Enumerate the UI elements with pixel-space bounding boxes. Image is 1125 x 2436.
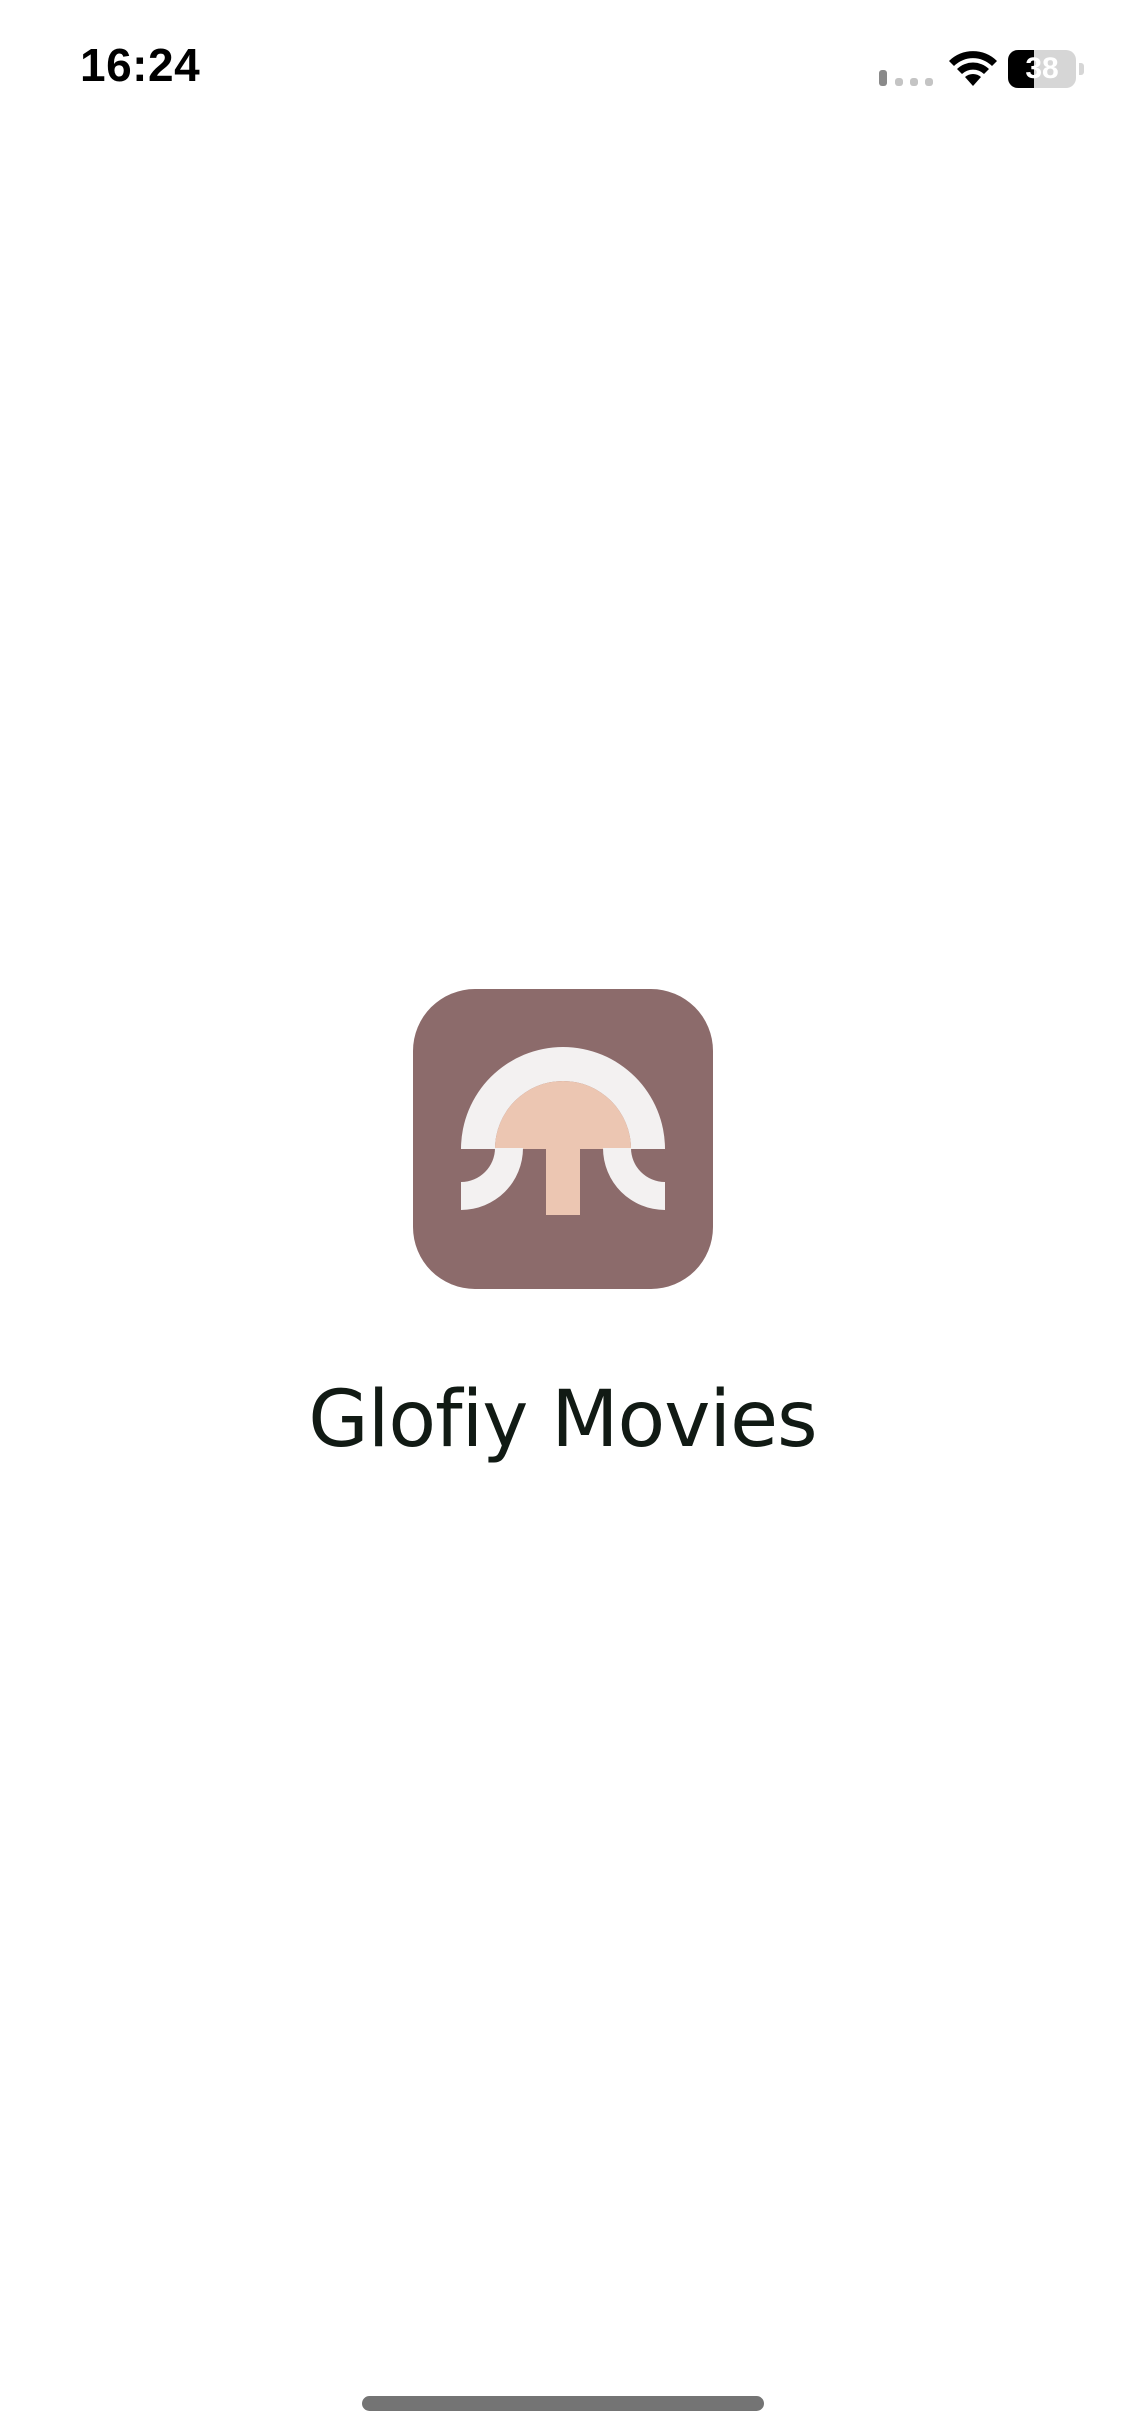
status-time: 16:24: [80, 39, 201, 91]
battery-tip: [1079, 63, 1084, 75]
battery-level: 38: [1025, 52, 1059, 85]
mushroom-logo-icon: [413, 989, 713, 1289]
wifi-icon: [949, 51, 997, 86]
battery-icon: 38: [1008, 50, 1088, 88]
mushroom-logo-graphic: [461, 1047, 665, 1215]
battery-body: 38: [1008, 50, 1076, 88]
home-indicator[interactable]: [362, 2396, 764, 2411]
app-title: Glofiy Movies: [308, 1375, 817, 1465]
cellular-signal-icon: [879, 70, 933, 86]
status-bar: 16:24 38: [0, 0, 1125, 140]
